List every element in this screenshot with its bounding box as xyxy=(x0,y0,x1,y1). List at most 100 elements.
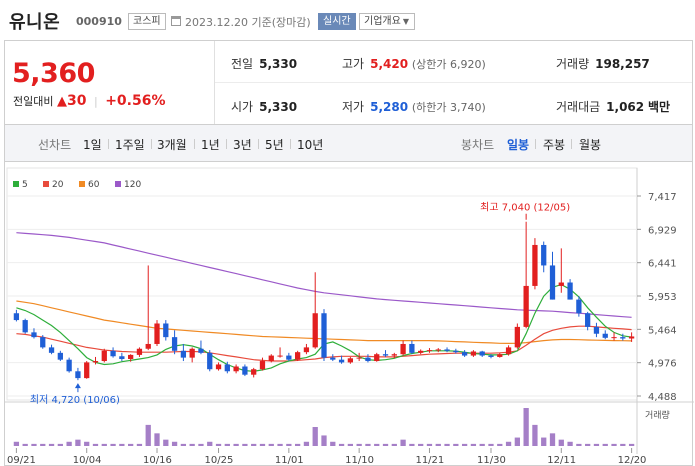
x-tick-label: 10/25 xyxy=(205,455,234,466)
candle-body xyxy=(330,357,336,360)
realtime-button[interactable]: 실시간 xyxy=(318,13,356,30)
change-amount: 30 xyxy=(66,93,87,109)
candle-body xyxy=(277,355,283,357)
high-value: 5,420 xyxy=(370,57,409,71)
y-tick-label: 4,488 xyxy=(648,392,677,403)
candle-body xyxy=(602,333,608,338)
tab-3month[interactable]: 3개월 xyxy=(157,136,187,153)
candle-body xyxy=(13,313,20,321)
candle-body xyxy=(259,361,266,370)
volume-bar xyxy=(532,424,538,446)
tab-1year[interactable]: 1년 xyxy=(201,136,220,153)
volume-bar xyxy=(505,441,512,446)
candle-body xyxy=(84,362,90,379)
volume-bar xyxy=(497,443,503,446)
volume-bar xyxy=(92,443,99,446)
lower-limit: (하한가 3,740) xyxy=(411,101,486,114)
candle-body xyxy=(294,352,301,360)
candlestick-chart[interactable]: 7,417 6,929 6,441 5,953 5,464 4,976 4,488 5 20 60… xyxy=(5,162,694,466)
candle-body xyxy=(374,354,380,362)
prev-close: 전일 5,330 xyxy=(231,55,297,72)
volume-bar xyxy=(119,443,125,446)
divider xyxy=(290,139,291,149)
candle-body xyxy=(532,244,538,286)
high-label: 고가 xyxy=(342,57,365,71)
tab-3year[interactable]: 3년 xyxy=(233,136,252,153)
candle-body xyxy=(409,343,415,353)
volume-bar xyxy=(66,441,72,446)
candle-body xyxy=(391,354,397,356)
volume-bar xyxy=(611,443,617,446)
divider xyxy=(258,139,259,149)
volume-bar xyxy=(620,443,626,446)
volume-bar xyxy=(251,443,257,446)
volume-bar xyxy=(382,443,389,446)
candle-body xyxy=(119,356,125,359)
candle-body xyxy=(365,357,371,362)
tab-10year[interactable]: 10년 xyxy=(297,136,323,153)
candle-body xyxy=(154,323,160,344)
candle-body xyxy=(611,337,617,339)
volume-bar xyxy=(207,441,213,446)
volume-bar xyxy=(435,443,441,446)
candle-body xyxy=(92,361,99,363)
volume-bar xyxy=(163,439,169,446)
divider xyxy=(535,139,536,149)
volume-bar xyxy=(347,443,354,446)
high-price: 고가 5,420 (상한가 6,920) xyxy=(342,55,486,72)
volume-bar xyxy=(294,443,301,446)
tab-1week[interactable]: 1주일 xyxy=(115,136,145,153)
candle-body xyxy=(497,354,503,357)
volume-bar xyxy=(488,443,494,446)
volume-bar xyxy=(101,443,107,446)
volume-bar xyxy=(22,443,28,446)
candle-body xyxy=(180,350,187,358)
tab-5year[interactable]: 5년 xyxy=(265,136,284,153)
volume-bar xyxy=(136,443,143,446)
company-info-dropdown[interactable]: 기업개요 ▼ xyxy=(359,13,415,30)
max-price-label: 최고 7,040 (12/05) xyxy=(480,202,570,214)
candle-body xyxy=(145,343,151,349)
volume-bar xyxy=(259,443,266,446)
volume-bar xyxy=(189,443,195,446)
candle-body xyxy=(567,282,573,300)
candle-body xyxy=(514,326,520,348)
line-chart-label: 선차트 xyxy=(38,138,72,152)
volume-bar xyxy=(268,443,274,446)
candle-body xyxy=(356,357,362,359)
amount-unit: 백만 xyxy=(647,100,671,114)
candle-body xyxy=(128,354,134,359)
min-price-label: 최저 4,720 (10/06) xyxy=(30,394,120,406)
tab-daily[interactable]: 일봉 xyxy=(507,136,529,153)
change-label: 전일대비 xyxy=(13,95,54,108)
candle-body xyxy=(523,285,529,327)
volume-bar xyxy=(365,443,371,446)
candle-body xyxy=(101,350,107,362)
y-tick-label: 6,441 xyxy=(648,259,677,270)
volume-bar xyxy=(154,433,160,446)
tab-1day[interactable]: 1일 xyxy=(83,136,102,153)
volume-bar xyxy=(549,433,556,446)
volume-bar xyxy=(558,439,564,446)
volume-bar xyxy=(374,443,380,446)
candle-chart-label: 봉차트 xyxy=(461,138,495,152)
legend-swatch xyxy=(115,181,121,187)
candle-body xyxy=(136,348,143,355)
candle-body xyxy=(338,359,345,363)
chevron-down-icon: ▼ xyxy=(402,17,409,26)
current-price-box: 5,360 전일대비 ▲30 | +0.56% xyxy=(5,41,215,125)
tab-weekly[interactable]: 주봉 xyxy=(543,136,565,153)
upper-limit: (상한가 6,920) xyxy=(411,58,486,71)
volume-bar xyxy=(321,435,327,446)
divider xyxy=(226,139,227,149)
volume-bar xyxy=(444,443,450,446)
candle-body xyxy=(418,350,424,353)
volume-bar xyxy=(461,443,468,446)
candle-body xyxy=(426,350,433,352)
price-summary: 5,360 전일대비 ▲30 | +0.56% 전일 5,330 고가 5,420 … xyxy=(4,40,693,125)
volume-value: 198,257 xyxy=(595,57,650,71)
prev-close-value: 5,330 xyxy=(259,57,298,71)
volume-bar xyxy=(523,408,529,446)
candle-body xyxy=(576,299,582,314)
tab-monthly[interactable]: 월봉 xyxy=(579,136,601,153)
